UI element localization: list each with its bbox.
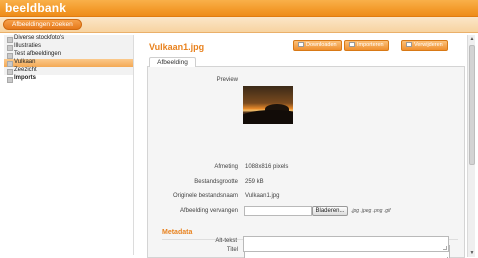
replace-image-file-input[interactable] — [244, 206, 312, 216]
scroll-thumb[interactable] — [469, 45, 475, 165]
vertical-scrollbar[interactable]: ▲ ▼ — [467, 35, 475, 257]
filesize-label: Bestandsgrootte — [194, 179, 238, 185]
download-button[interactable]: Downloaden — [293, 40, 342, 51]
search-images-button[interactable]: Afbeeldingen zoeken — [3, 19, 82, 30]
tree-item-diverse-stockfotos[interactable]: Diverse stockfoto's — [4, 35, 133, 43]
download-icon — [298, 42, 304, 47]
tree-item-zeezicht[interactable]: Zeezicht — [4, 66, 133, 75]
scroll-down-icon[interactable]: ▼ — [468, 249, 476, 257]
original-filename-value: Vulkaan1.jpg — [245, 193, 280, 199]
tree-item-illustraties[interactable]: Illustraties — [4, 42, 133, 51]
page-title: Vulkaan1.jpg — [149, 42, 205, 52]
toolbar: Afbeeldingen zoeken — [0, 17, 478, 33]
scroll-up-icon[interactable]: ▲ — [468, 35, 476, 43]
tree-item-test-afbeeldingen[interactable]: Test afbeeldingen — [4, 50, 133, 59]
foreground-silhouette — [243, 110, 293, 124]
title-label: Titel — [226, 247, 238, 253]
browse-button[interactable]: Bladeren... — [312, 206, 348, 216]
download-button-label: Downloaden — [306, 42, 337, 48]
import-button[interactable]: Importeren — [344, 40, 389, 51]
delete-button[interactable]: Verwijderen — [401, 40, 448, 51]
preview-label: Preview — [216, 77, 238, 83]
original-filename-label: Originele bestandsnaam — [172, 193, 238, 199]
tree-item-imports[interactable]: Imports — [4, 74, 133, 83]
folder-tree: Diverse stockfoto's Illustraties Test af… — [4, 35, 134, 255]
metadata-section-title: Metadata — [162, 229, 193, 236]
filesize-value: 259 kB — [245, 179, 264, 185]
dimensions-label: Afmeting — [214, 164, 238, 170]
allowed-file-types: .jpg .jpeg .png .gif — [351, 208, 391, 214]
import-button-label: Importeren — [357, 42, 384, 48]
image-properties-panel: Preview Afmeting 1088x816 pixels Bestand… — [147, 66, 465, 258]
trash-icon — [406, 42, 412, 47]
import-icon — [349, 42, 355, 47]
alt-text-label: Alt-tekst — [215, 238, 237, 244]
tree-item-vulkaan[interactable]: Vulkaan — [4, 58, 133, 67]
app-header: beeldbank — [0, 0, 478, 17]
alt-text-field[interactable] — [243, 236, 449, 252]
app-logo: beeldbank — [5, 1, 67, 15]
image-detail-panel: Vulkaan1.jpg Downloaden Importeren Verwi… — [143, 35, 465, 258]
delete-button-label: Verwijderen — [414, 42, 443, 48]
image-preview — [243, 86, 293, 124]
dimensions-value: 1088x816 pixels — [245, 164, 289, 170]
tab-afbeelding[interactable]: Afbeelding — [149, 57, 196, 67]
replace-image-label: Afbeelding vervangen — [179, 208, 238, 214]
